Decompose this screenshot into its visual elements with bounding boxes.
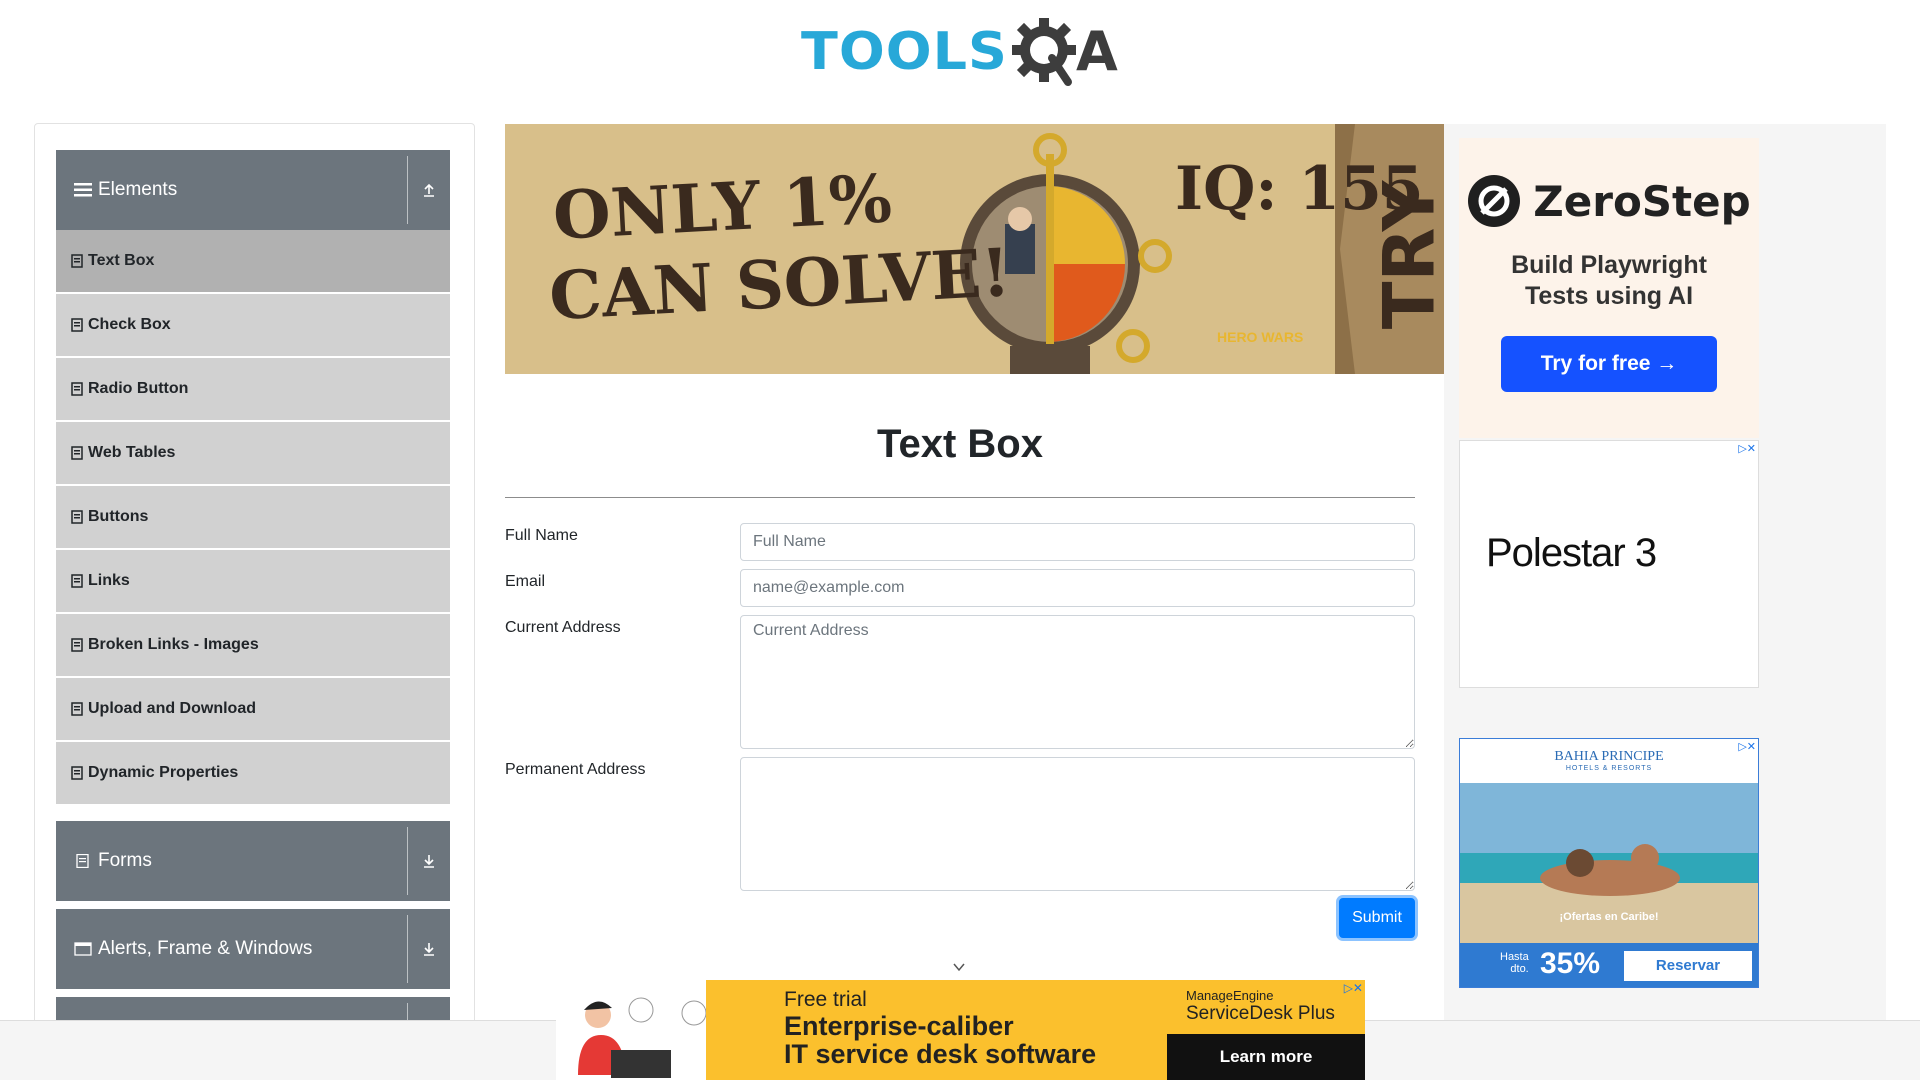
sidebar-item-buttons[interactable]: Buttons	[56, 486, 450, 548]
submit-button[interactable]: Submit	[1339, 898, 1415, 938]
list-icon	[71, 382, 83, 396]
permanent-address-label: Permanent Address	[505, 761, 646, 778]
sidebar-group-elements[interactable]: Elements	[56, 150, 450, 230]
full-name-label: Full Name	[505, 527, 578, 544]
list-icon	[71, 702, 83, 716]
list-icon	[71, 574, 83, 588]
list-icon	[71, 318, 83, 332]
sidebar-item-label: Dynamic Properties	[88, 764, 239, 781]
email-input[interactable]	[740, 569, 1415, 607]
download-arrow-icon[interactable]	[416, 909, 442, 989]
banner-brand: HERO WARS	[1217, 329, 1304, 345]
sidebar-item-radio-button[interactable]: Radio Button	[56, 358, 450, 420]
sidebar-group-label: Alerts, Frame & Windows	[98, 938, 313, 959]
email-label: Email	[505, 573, 546, 590]
sidebar-item-broken-links[interactable]: Broken Links - Images	[56, 614, 450, 676]
list-icon	[71, 766, 83, 780]
list-icon	[71, 254, 83, 268]
zerostep-ad[interactable]: ZeroStep Build Playwright Tests using AI…	[1459, 138, 1759, 438]
hero-wars-banner-ad[interactable]: ONLY 1% CAN SOLVE! IQ: 155 TRY HERO WARS	[505, 124, 1445, 374]
sidebar-item-label: Text Box	[88, 252, 155, 269]
sidebar-item-label: Links	[88, 572, 130, 589]
bahia-sub: HOTELS & RESORTS	[1565, 765, 1653, 772]
permanent-address-input[interactable]	[740, 757, 1415, 891]
adchoices-icon[interactable]: ▷✕	[1344, 981, 1363, 995]
sidebar-group-label: Forms	[98, 850, 152, 871]
bottom-ad-line2: Enterprise-caliber	[784, 1011, 1014, 1041]
sidebar-item-label: Buttons	[88, 508, 149, 525]
list-icon	[71, 638, 83, 652]
toolsqa-logo[interactable]: TOOLS A	[801, 14, 1118, 89]
bottom-ad-line1: Free trial	[784, 988, 867, 1011]
learn-more-button[interactable]: Learn more	[1167, 1034, 1365, 1080]
zerostep-logo-icon	[1468, 175, 1521, 227]
list-icon	[71, 510, 83, 524]
logo-tools-text: TOOLS	[801, 21, 1008, 82]
current-address-input[interactable]	[740, 615, 1415, 749]
page-title: Text Box	[877, 422, 1043, 466]
sidebar-item-label: Check Box	[88, 316, 171, 333]
site-header: TOOLS A	[0, 0, 1920, 110]
adchoices-icon[interactable]: ▷✕	[1738, 740, 1756, 753]
sidebar-group-label: Elements	[98, 179, 178, 200]
logo-a-text: A	[1075, 20, 1118, 83]
servicedesk-bottom-ad[interactable]: Free trial Enterprise-caliber IT service…	[556, 980, 1365, 1080]
sidebar-item-text-box[interactable]: Text Box	[56, 230, 450, 292]
zerostep-headline-2: Tests using AI	[1524, 282, 1694, 310]
upload-arrow-icon[interactable]	[416, 150, 442, 230]
zerostep-cta-button[interactable]: Try for free →	[1501, 336, 1717, 392]
window-icon	[74, 942, 92, 956]
current-address-label: Current Address	[505, 619, 621, 636]
sidebar-item-web-tables[interactable]: Web Tables	[56, 422, 450, 484]
chevron-down-icon[interactable]	[952, 960, 966, 974]
sidebar-item-label: Radio Button	[88, 380, 189, 397]
polestar-text: Polestar 3	[1486, 531, 1657, 575]
download-arrow-icon[interactable]	[416, 821, 442, 901]
sidebar: Elements Text Box Check Box Radio Button…	[34, 123, 475, 1043]
sidebar-item-dynamic-properties[interactable]: Dynamic Properties	[56, 742, 450, 804]
sidebar-group-alerts[interactable]: Alerts, Frame & Windows	[56, 909, 450, 989]
bahia-brand: BAHIA PRINCIPE	[1554, 749, 1664, 764]
divider	[407, 156, 408, 224]
zerostep-headline-1: Build Playwright	[1511, 251, 1707, 279]
title-divider	[505, 497, 1415, 498]
polestar-ad[interactable]: ▷✕ Polestar 3	[1459, 440, 1759, 688]
banner-try: TRY	[1368, 180, 1445, 330]
list-icon	[71, 446, 83, 460]
sidebar-item-check-box[interactable]: Check Box	[56, 294, 450, 356]
document-icon	[76, 854, 89, 868]
hamburger-icon	[74, 183, 92, 197]
bahia-cta-button[interactable]: Reservar	[1624, 951, 1752, 981]
bahia-principe-ad[interactable]: BAHIA PRINCIPE HOTELS & RESORTS ¡Ofertas…	[1459, 738, 1759, 988]
sidebar-item-links[interactable]: Links	[56, 550, 450, 612]
bahia-hasta: Hasta	[1500, 951, 1529, 963]
divider	[407, 827, 408, 895]
bottom-ad-brand2: ServiceDesk Plus	[1186, 1003, 1335, 1024]
sidebar-item-upload-download[interactable]: Upload and Download	[56, 678, 450, 740]
bahia-offer: ¡Ofertas en Caribe!	[1559, 911, 1659, 923]
sidebar-item-label: Web Tables	[88, 444, 176, 461]
ad-illustration	[556, 980, 706, 1080]
bottom-ad-brand1: ManageEngine	[1186, 988, 1274, 1003]
bottom-ad-line3: IT service desk software	[784, 1039, 1097, 1069]
zerostep-brand: ZeroStep	[1533, 176, 1751, 226]
sidebar-group-forms[interactable]: Forms	[56, 821, 450, 901]
sidebar-item-label: Broken Links - Images	[88, 636, 259, 653]
bahia-dto: dto.	[1510, 963, 1529, 975]
divider	[407, 915, 408, 983]
sidebar-item-label: Upload and Download	[88, 700, 256, 717]
full-name-input[interactable]	[740, 523, 1415, 561]
bahia-percent: 35%	[1540, 947, 1601, 980]
adchoices-icon[interactable]: ▷✕	[1738, 442, 1756, 455]
gear-q-icon	[1011, 17, 1076, 86]
